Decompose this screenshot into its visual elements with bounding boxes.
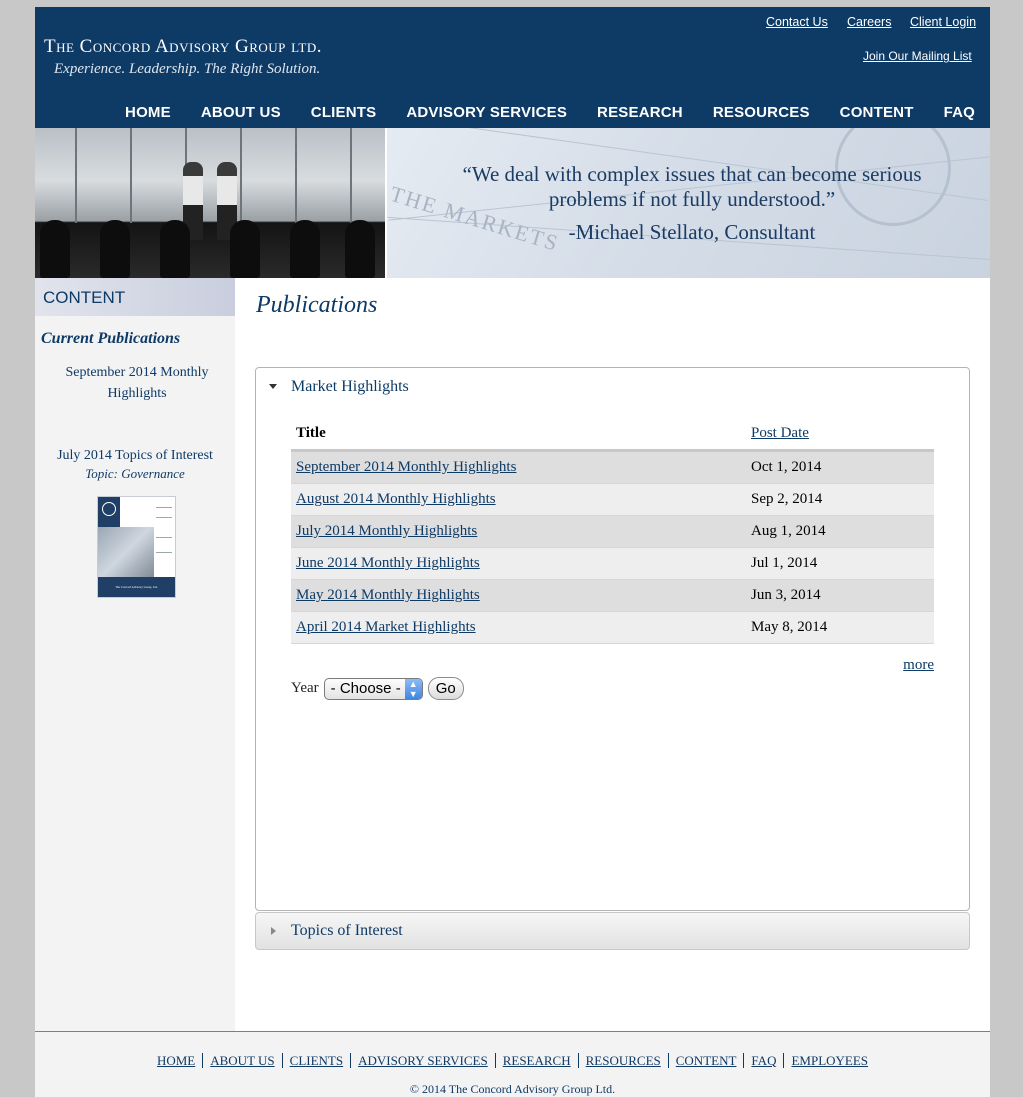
mailing-list-link[interactable]: Join Our Mailing List (863, 49, 972, 63)
footer-nav-faq[interactable]: FAQ (743, 1053, 784, 1068)
expanded-triangle-icon[interactable] (269, 384, 277, 389)
publication-link[interactable]: September 2014 Monthly Highlights (296, 459, 516, 475)
footer-nav-about-us[interactable]: ABOUT US (202, 1053, 282, 1068)
footer-nav-clients[interactable]: CLIENTS (281, 1053, 351, 1068)
cover-footer-text: The Concord Advisory Group, Ltd. (98, 577, 175, 597)
sidebar-current-publications: Current Publications (41, 330, 181, 347)
publication-cover-thumbnail[interactable]: The Concord Advisory Group, Ltd. (97, 496, 176, 598)
nav-clients[interactable]: CLIENTS (311, 104, 377, 121)
post-date: Oct 1, 2014 (746, 450, 934, 484)
accordion-header-topics-of-interest[interactable]: Topics of Interest (291, 922, 403, 940)
more-link[interactable]: more (903, 657, 934, 674)
banner-quote-area: THE MARKETS “We deal with complex issues… (386, 128, 990, 278)
page-title: Publications (256, 292, 378, 318)
publication-link[interactable]: May 2014 Monthly Highlights (296, 587, 480, 603)
accordion-market-highlights: Market Highlights Title Post Date Septem… (255, 367, 970, 911)
footer-nav-employees[interactable]: EMPLOYEES (783, 1053, 876, 1068)
collapsed-triangle-icon[interactable] (271, 927, 276, 935)
table-row: May 2014 Monthly Highlights Jun 3, 2014 (291, 579, 934, 612)
table-row: August 2014 Monthly Highlights Sep 2, 20… (291, 483, 934, 516)
post-date: May 8, 2014 (746, 611, 934, 644)
client-login-link[interactable]: Client Login (910, 15, 976, 29)
page: The Concord Advisory Group ltd. Experien… (35, 7, 990, 1097)
year-filter: Year - Choose - ▲ ▼ Go (291, 677, 464, 700)
footer-nav-content[interactable]: CONTENT (667, 1053, 744, 1068)
year-select-value: - Choose - (330, 680, 401, 697)
table-row: July 2014 Monthly Highlights Aug 1, 2014 (291, 515, 934, 548)
select-arrows-icon: ▲ ▼ (404, 678, 422, 699)
sidebar: CONTENT Current Publications September 2… (35, 278, 235, 1031)
site-logo[interactable]: The Concord Advisory Group ltd. (44, 36, 322, 58)
nav-about-us[interactable]: ABOUT US (201, 104, 281, 121)
footer-nav-home[interactable]: HOME (150, 1053, 202, 1068)
year-select[interactable]: - Choose - ▲ ▼ (323, 677, 423, 700)
careers-link[interactable]: Careers (847, 15, 891, 29)
footer-nav-research[interactable]: RESEARCH (494, 1053, 578, 1068)
footer-nav-advisory-services[interactable]: ADVISORY SERVICES (350, 1053, 495, 1068)
publication-link[interactable]: July 2014 Monthly Highlights (296, 523, 477, 539)
column-post-date-sort[interactable]: Post Date (751, 425, 809, 441)
post-date: Aug 1, 2014 (746, 515, 934, 548)
table-row: June 2014 Monthly Highlights Jul 1, 2014 (291, 547, 934, 580)
footer-nav-resources[interactable]: RESOURCES (577, 1053, 668, 1068)
accordion-header-market-highlights[interactable]: Market Highlights (291, 378, 409, 396)
footer-nav: HOME ABOUT US CLIENTS ADVISORY SERVICES RESE… (35, 1052, 990, 1070)
nav-faq[interactable]: FAQ (944, 104, 975, 121)
accordion-topics-of-interest[interactable]: Topics of Interest (255, 912, 970, 950)
banner: THE MARKETS “We deal with complex issues… (35, 128, 990, 278)
go-button[interactable]: Go (427, 677, 464, 700)
post-date: Jun 3, 2014 (746, 579, 934, 612)
nav-home[interactable]: HOME (125, 104, 171, 121)
sidebar-link-september[interactable]: September 2014 Monthly Highlights (57, 362, 217, 404)
nav-advisory-services[interactable]: ADVISORY SERVICES (406, 104, 567, 121)
banner-photo-meeting (35, 128, 385, 278)
site-footer: HOME ABOUT US CLIENTS ADVISORY SERVICES RESE… (35, 1031, 990, 1097)
site-tagline: Experience. Leadership. The Right Soluti… (54, 61, 321, 77)
publication-link[interactable]: April 2014 Market Highlights (296, 619, 476, 635)
post-date: Jul 1, 2014 (746, 547, 934, 580)
column-title: Title (291, 423, 746, 452)
site-header: The Concord Advisory Group ltd. Experien… (35, 7, 990, 128)
sidebar-title: CONTENT (35, 278, 235, 316)
copyright: © 2014 The Concord Advisory Group Ltd. (409, 1082, 616, 1096)
year-label: Year (291, 680, 319, 696)
sidebar-topic-governance: Topic: Governance (85, 466, 185, 481)
post-date: Sep 2, 2014 (746, 483, 934, 516)
nav-resources[interactable]: RESOURCES (713, 104, 810, 121)
main-nav: HOME ABOUT US CLIENTS ADVISORY SERVICES … (95, 104, 975, 121)
banner-quote-author: -Michael Stellato, Consultant (568, 220, 816, 244)
banner-quote: “We deal with complex issues that can be… (462, 162, 922, 211)
table-row: April 2014 Market Highlights May 8, 2014 (291, 611, 934, 644)
table-row: September 2014 Monthly Highlights Oct 1,… (291, 450, 934, 484)
nav-research[interactable]: RESEARCH (597, 104, 683, 121)
contact-us-link[interactable]: Contact Us (766, 15, 828, 29)
publications-table: Title Post Date September 2014 Monthly H… (291, 423, 934, 644)
publication-link[interactable]: August 2014 Monthly Highlights (296, 491, 496, 507)
nav-content[interactable]: CONTENT (840, 104, 914, 121)
publication-link[interactable]: June 2014 Monthly Highlights (296, 555, 480, 571)
